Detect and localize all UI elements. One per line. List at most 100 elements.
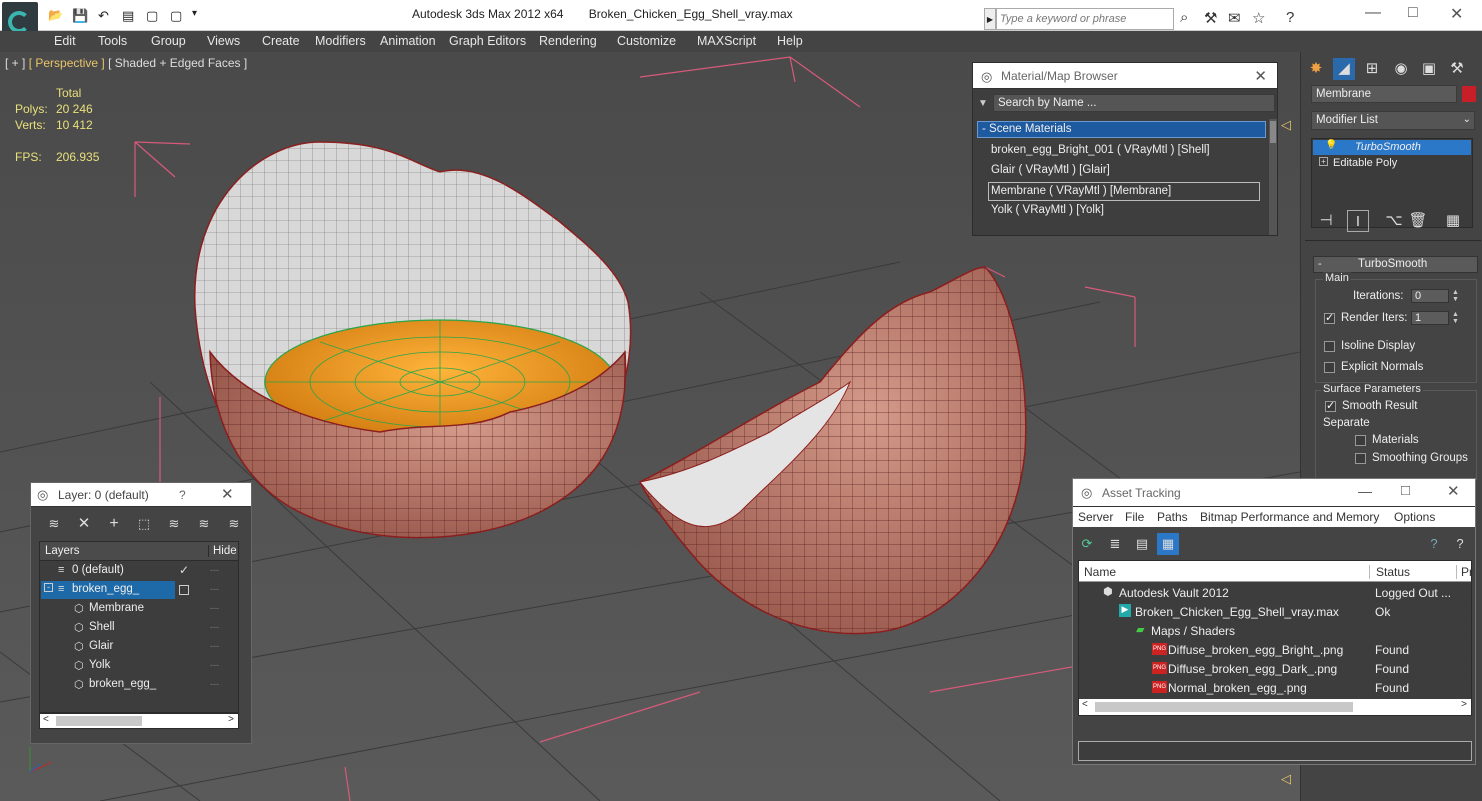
- hide-toggle-icon[interactable]: ---: [210, 641, 219, 651]
- menu-modifiers[interactable]: Modifiers: [315, 34, 366, 48]
- thumbnail-view-icon[interactable]: ▤: [1131, 533, 1153, 555]
- favorites-star-icon[interactable]: ☆: [1252, 9, 1265, 27]
- menu-animation[interactable]: Animation: [380, 34, 436, 48]
- layer-object-glair[interactable]: ⬡ Glair ---: [40, 638, 238, 657]
- asset-row-diffuse-dark[interactable]: PNG Diffuse_broken_egg_Dark_.png Found: [1079, 659, 1471, 678]
- asset-row-max-file[interactable]: ▶ Broken_Chicken_Egg_Shell_vray.max Ok: [1079, 602, 1471, 621]
- layer-object-broken-egg[interactable]: ⬡ broken_egg_ ---: [40, 676, 238, 695]
- menu-group[interactable]: Group: [151, 34, 186, 48]
- layer-window-titlebar[interactable]: ◎ Layer: 0 (default) ? ✕: [31, 483, 251, 507]
- separate-smoothing-groups-checkbox[interactable]: [1355, 453, 1366, 464]
- help-icon[interactable]: ?: [1286, 9, 1294, 26]
- expand-plus-icon[interactable]: +: [1319, 157, 1328, 166]
- viewport-plus-menu[interactable]: [ + ]: [5, 56, 25, 70]
- configure-modifier-sets-icon[interactable]: ▦: [1442, 210, 1464, 232]
- scene-materials-header[interactable]: - Scene Materials: [977, 121, 1266, 138]
- stack-item-editable-poly[interactable]: + Editable Poly: [1313, 156, 1471, 171]
- asset-col-name[interactable]: Name: [1084, 565, 1116, 579]
- asset-maximize-icon[interactable]: □: [1401, 482, 1410, 499]
- set-current-layer-box[interactable]: [179, 585, 189, 595]
- hide-toggle-icon[interactable]: ---: [210, 679, 219, 689]
- asset-close-icon[interactable]: ✕: [1447, 482, 1460, 500]
- panel-expand-arrow-bottom-icon[interactable]: ◁: [1281, 771, 1291, 787]
- hide-toggle-icon[interactable]: ---: [210, 603, 219, 613]
- viewport-label[interactable]: [ + ] [ Perspective ] [ Shaded + Edged F…: [5, 56, 247, 70]
- maximize-icon[interactable]: □: [1408, 4, 1418, 22]
- menu-views[interactable]: Views: [207, 34, 240, 48]
- asset-row-maps-shaders[interactable]: ▰ Maps / Shaders: [1079, 621, 1471, 640]
- hide-toggle-icon[interactable]: ---: [210, 584, 219, 594]
- lightbulb-icon[interactable]: 💡: [1325, 140, 1337, 151]
- layer-row-broken-egg[interactable]: - ≡ broken_egg_ ---: [40, 581, 238, 600]
- freeze-all-layers-icon[interactable]: ≋: [223, 513, 245, 535]
- menu-maxscript[interactable]: MAXScript: [697, 34, 756, 48]
- scroll-left-icon[interactable]: <: [1082, 699, 1088, 710]
- asset-col-extra[interactable]: Pr: [1456, 565, 1473, 579]
- modify-tab-icon[interactable]: ◢: [1333, 58, 1355, 80]
- communication-icon[interactable]: ✉: [1228, 9, 1241, 27]
- open-file-icon[interactable]: 📂: [48, 8, 66, 24]
- highlight-layer-icon[interactable]: ≋: [163, 513, 185, 535]
- menu-graph-editors[interactable]: Graph Editors: [449, 34, 526, 48]
- asset-row-vault[interactable]: ⬢ Autodesk Vault 2012 Logged Out ...: [1079, 583, 1471, 602]
- close-icon[interactable]: ✕: [1450, 4, 1463, 24]
- material-item-glair[interactable]: Glair ( VRayMtl ) [Glair]: [991, 164, 1110, 176]
- modifier-list-dropdown[interactable]: Modifier List ⌄: [1311, 111, 1475, 130]
- panel-expand-arrow-icon[interactable]: ◁: [1281, 117, 1291, 133]
- layer-object-membrane[interactable]: ⬡ Membrane ---: [40, 600, 238, 619]
- asset-tracking-titlebar[interactable]: ◎ Asset Tracking — □ ✕: [1073, 479, 1475, 507]
- hide-toggle-icon[interactable]: ---: [210, 622, 219, 632]
- hold-icon[interactable]: ▤: [122, 8, 140, 24]
- add-to-layer-icon[interactable]: +: [103, 513, 125, 535]
- browser-options-icon[interactable]: ▼: [978, 98, 988, 109]
- collapse-minus-icon[interactable]: -: [44, 583, 53, 592]
- render-iters-spinner[interactable]: 1: [1411, 311, 1449, 325]
- pin-stack-icon[interactable]: ⊣: [1315, 210, 1337, 232]
- list-view-icon[interactable]: ≣: [1104, 533, 1126, 555]
- utilities-tab-icon[interactable]: ⚒: [1446, 58, 1468, 80]
- asset-menu-server[interactable]: Server: [1078, 510, 1113, 524]
- layers-column-header[interactable]: Layers: [45, 545, 80, 557]
- turbosmooth-rollout-header[interactable]: - TurboSmooth: [1313, 256, 1478, 273]
- refresh-icon[interactable]: ⟳: [1076, 533, 1098, 555]
- asset-menu-paths[interactable]: Paths: [1157, 510, 1188, 524]
- new-scene-icon[interactable]: ▢: [146, 8, 164, 24]
- material-search-input[interactable]: Search by Name ...: [993, 94, 1275, 112]
- material-item-membrane-selected[interactable]: Membrane ( VRayMtl ) [Membrane]: [988, 182, 1260, 201]
- hide-column-header[interactable]: Hide: [208, 545, 237, 557]
- material-item-shell[interactable]: broken_egg_Bright_001 ( VRayMtl ) [Shell…: [991, 144, 1210, 156]
- iterations-spinner-arrows[interactable]: ▲ ▼: [1452, 289, 1460, 303]
- hide-all-layers-icon[interactable]: ≋: [193, 513, 215, 535]
- menu-edit[interactable]: Edit: [54, 34, 76, 48]
- scroll-right-icon[interactable]: >: [228, 714, 234, 725]
- motion-tab-icon[interactable]: ◉: [1390, 58, 1412, 80]
- make-unique-icon[interactable]: ⌥: [1383, 210, 1405, 232]
- asset-menu-options[interactable]: Options: [1394, 510, 1435, 524]
- minimize-icon[interactable]: —: [1365, 4, 1381, 22]
- iterations-spinner[interactable]: 0: [1411, 289, 1449, 303]
- remove-modifier-icon[interactable]: 🗑: [1407, 210, 1429, 232]
- explicit-normals-checkbox[interactable]: [1324, 362, 1335, 373]
- menu-customize[interactable]: Customize: [617, 34, 676, 48]
- reset-icon[interactable]: ▢: [170, 8, 188, 24]
- smooth-result-checkbox[interactable]: [1325, 399, 1336, 412]
- asset-menu-file[interactable]: File: [1125, 510, 1144, 524]
- scroll-left-icon[interactable]: <: [43, 714, 49, 725]
- display-tab-icon[interactable]: ▣: [1418, 58, 1440, 80]
- show-end-result-icon[interactable]: I: [1347, 210, 1369, 232]
- current-layer-check-icon[interactable]: ✓: [179, 563, 189, 577]
- undo-icon[interactable]: ↶: [98, 8, 116, 24]
- viewport-view-menu[interactable]: [ Perspective ]: [29, 56, 105, 70]
- keyword-search-input[interactable]: Type a keyword or phrase: [996, 8, 1174, 30]
- binoculars-icon[interactable]: ⌕: [1180, 9, 1188, 26]
- create-layer-icon[interactable]: ≋: [43, 513, 65, 535]
- render-iters-checkbox[interactable]: [1324, 311, 1335, 324]
- hide-toggle-icon[interactable]: ---: [210, 565, 219, 575]
- stack-item-turbosmooth[interactable]: 💡 TurboSmooth: [1313, 140, 1471, 155]
- create-tab-icon[interactable]: ✸: [1305, 58, 1327, 80]
- select-objects-icon[interactable]: ⬚: [133, 513, 155, 535]
- asset-col-status[interactable]: Status: [1369, 565, 1410, 579]
- layer-horizontal-scrollbar[interactable]: < >: [39, 713, 239, 729]
- material-item-yolk[interactable]: Yolk ( VRayMtl ) [Yolk]: [991, 204, 1104, 216]
- asset-help-icon[interactable]: ?: [1423, 533, 1445, 555]
